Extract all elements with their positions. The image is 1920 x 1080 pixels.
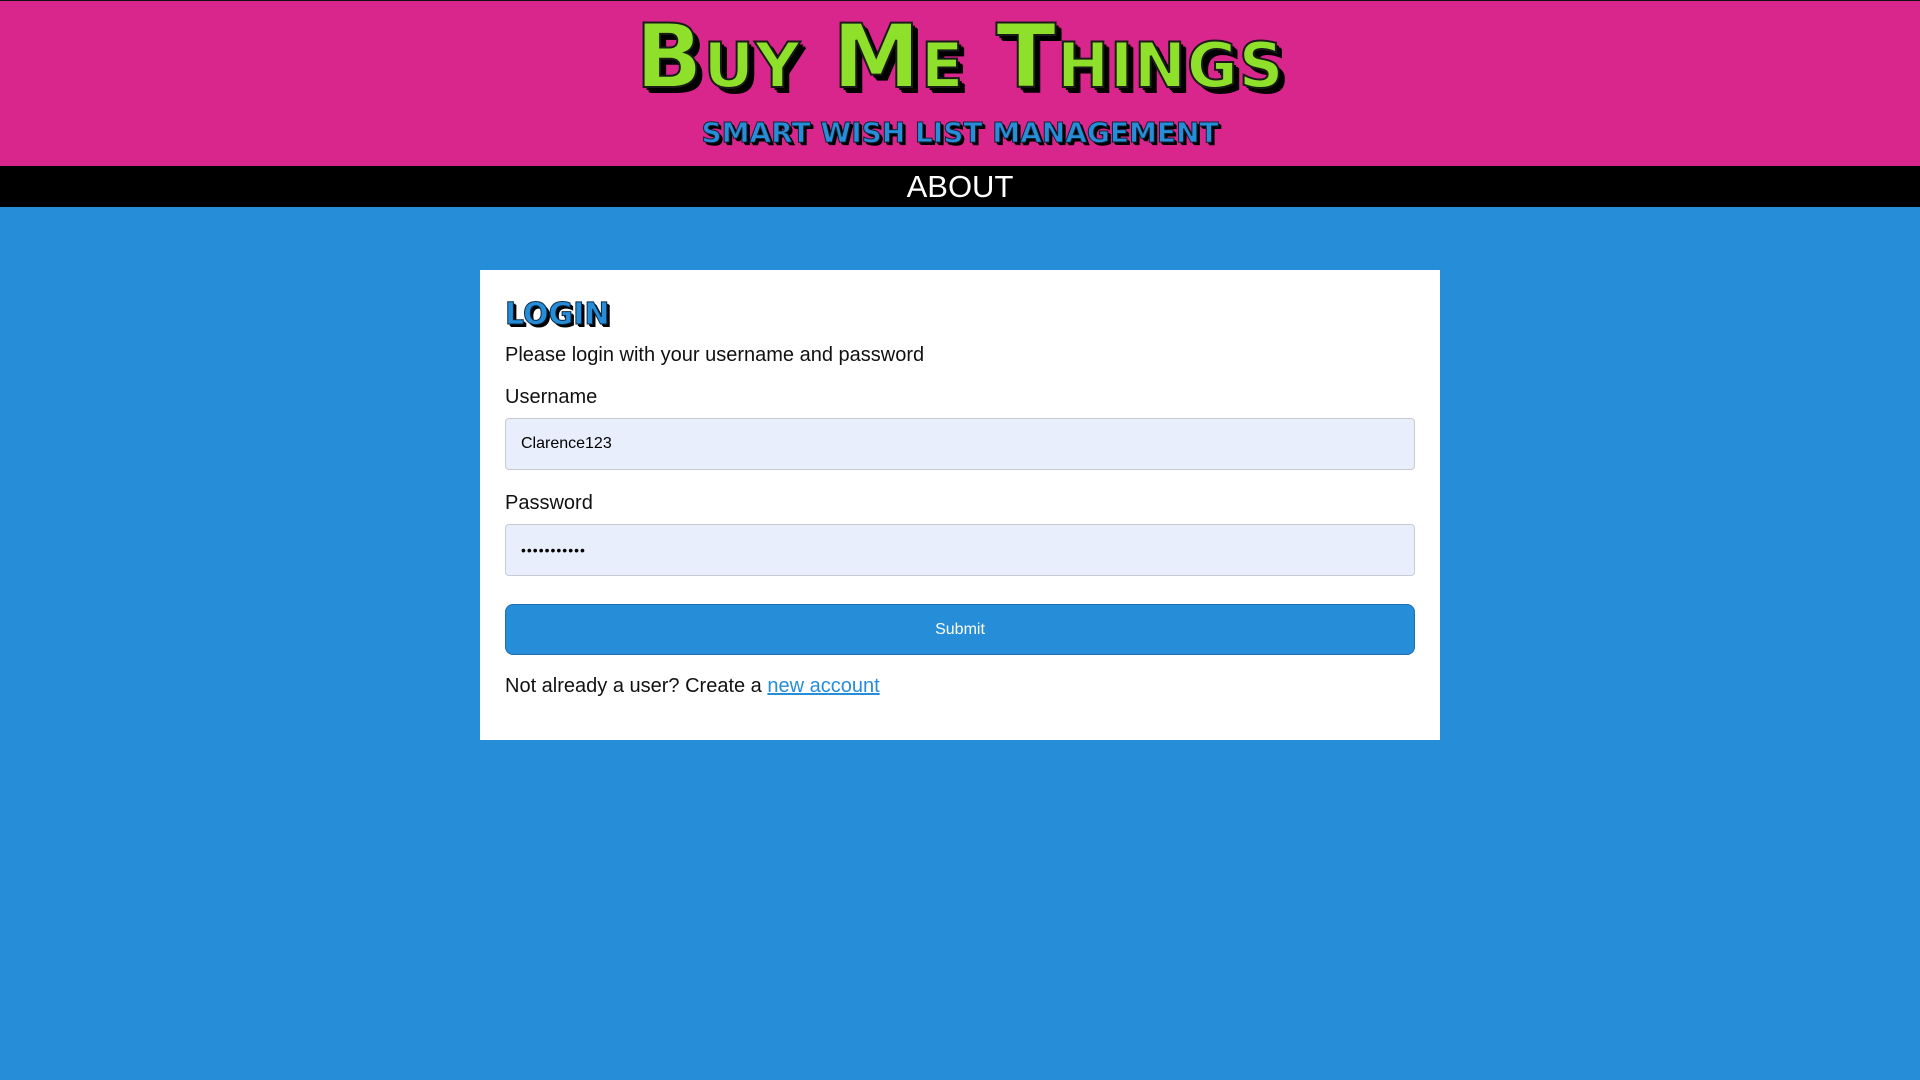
- nav-bar: ABOUT: [0, 166, 1920, 207]
- nav-link-about[interactable]: ABOUT: [907, 166, 1014, 207]
- register-prompt-text: Not already a user? Create a: [505, 675, 768, 697]
- site-header: Buy Me Things Smart wish list management: [0, 0, 1920, 166]
- username-label: Username: [505, 386, 598, 408]
- submit-button[interactable]: Submit: [505, 604, 1415, 655]
- register-prompt: Not already a user? Create a new account: [505, 673, 1415, 699]
- login-title: LOGIN: [505, 297, 610, 333]
- password-label: Password: [505, 492, 593, 514]
- new-account-link[interactable]: new account: [767, 675, 879, 697]
- login-card: LOGIN Please login with your username an…: [480, 270, 1440, 740]
- password-input[interactable]: [505, 524, 1415, 576]
- login-description: Please login with your username and pass…: [505, 344, 925, 366]
- username-input[interactable]: [505, 418, 1415, 470]
- site-subtitle: Smart wish list management: [701, 116, 1219, 150]
- site-title: Buy Me Things: [635, 5, 1285, 108]
